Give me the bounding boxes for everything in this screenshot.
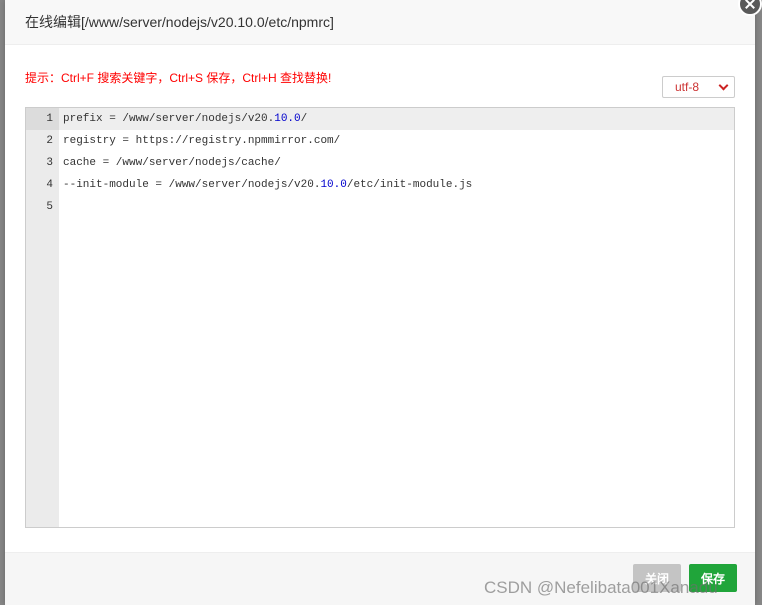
close-button[interactable]: 关闭 (633, 564, 681, 592)
line-number: 1 (26, 108, 59, 130)
chevron-down-icon (718, 80, 729, 91)
dialog-footer: 关闭 保存 (5, 552, 755, 605)
save-button[interactable]: 保存 (689, 564, 737, 592)
line-number: 4 (46, 179, 53, 191)
code-editor[interactable]: 12345 prefix = /www/server/nodejs/v20.10… (25, 107, 735, 528)
online-editor-dialog: 在线编辑[/www/server/nodejs/v20.10.0/etc/npm… (5, 0, 755, 605)
encoding-selected-value: utf-8 (675, 80, 700, 94)
line-number-gutter: 1 2 3 4 5 (26, 108, 59, 527)
code-line[interactable] (59, 196, 734, 218)
code-token: --init-module = /www/server/nodejs/v20. (63, 179, 321, 191)
line-number: 3 (46, 157, 53, 169)
line-number: 5 (46, 201, 53, 213)
line-number: 2 (46, 135, 53, 147)
code-token: registry = https://registry.npmmirror.co… (63, 135, 341, 147)
encoding-select[interactable]: utf-8 (662, 76, 735, 98)
code-token: cache = /www/server/nodejs/cache/ (63, 157, 281, 169)
code-line[interactable]: cache = /www/server/nodejs/cache/ (59, 152, 734, 174)
code-line[interactable]: registry = https://registry.npmmirror.co… (59, 130, 734, 152)
code-line[interactable]: --init-module = /www/server/nodejs/v20.1… (59, 174, 734, 196)
numeric-token: 10.0 (320, 179, 347, 191)
code-token: / (300, 113, 308, 125)
dialog-title: 在线编辑[/www/server/nodejs/v20.10.0/etc/npm… (25, 14, 334, 30)
numeric-token: 10.0 (274, 113, 301, 125)
shortcut-tip: 提示：Ctrl+F 搜索关键字，Ctrl+S 保存，Ctrl+H 查找替换! (25, 71, 332, 85)
dialog-title-bar: 在线编辑[/www/server/nodejs/v20.10.0/etc/npm… (5, 0, 755, 45)
code-token: prefix = /www/server/nodejs/v20. (63, 113, 275, 125)
code-line[interactable]: prefix = /www/server/nodejs/v20.10.0/ (59, 108, 734, 130)
code-token: /etc/init-module.js (346, 179, 473, 191)
code-content[interactable]: prefix = /www/server/nodejs/v20.10.0/reg… (59, 108, 734, 527)
